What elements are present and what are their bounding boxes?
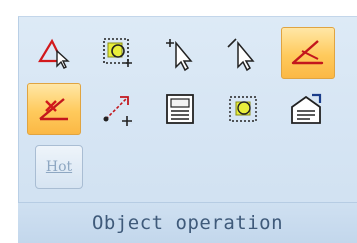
- delete-line-button[interactable]: [27, 83, 81, 135]
- select-frame-icon: [103, 38, 132, 67]
- ribbon-group-label: Object operation: [18, 202, 357, 243]
- group-select-button[interactable]: [217, 83, 271, 135]
- screenshot-frame: Hot Object operation: [0, 0, 357, 243]
- properties-button[interactable]: [279, 83, 333, 135]
- group-select-icon: [229, 96, 257, 122]
- text-block-icon: [166, 94, 194, 124]
- add-point-pointer-icon: [166, 39, 193, 72]
- hot-button[interactable]: Hot: [35, 145, 83, 189]
- edit-pointer-icon: [227, 38, 255, 72]
- hot-button-label: Hot: [45, 159, 73, 175]
- delete-line-icon: [39, 98, 68, 121]
- line-segment-button[interactable]: [281, 27, 335, 79]
- add-node-button[interactable]: [91, 83, 145, 135]
- triangle-pointer-button[interactable]: [29, 27, 83, 79]
- text-block-button[interactable]: [153, 83, 207, 135]
- add-node-icon: [103, 96, 132, 126]
- triangle-pointer-icon: [38, 38, 70, 69]
- edit-pointer-button[interactable]: [215, 27, 269, 79]
- add-point-pointer-button[interactable]: [153, 27, 207, 79]
- select-frame-button[interactable]: [91, 27, 145, 79]
- line-segment-icon: [291, 40, 324, 65]
- properties-icon: [291, 93, 322, 124]
- group-label-text: Object operation: [91, 212, 284, 234]
